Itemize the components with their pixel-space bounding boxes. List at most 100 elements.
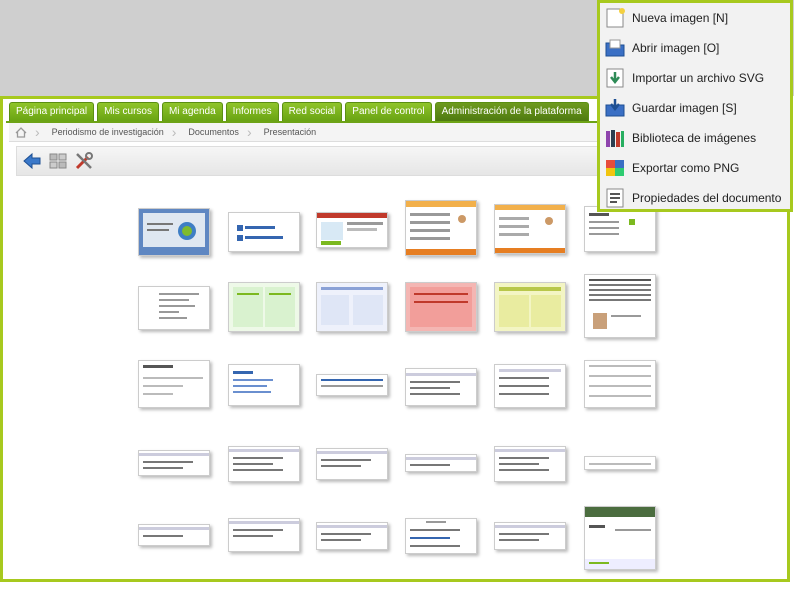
open-folder-icon: [605, 39, 625, 57]
tools-button[interactable]: [73, 150, 95, 172]
document-properties-icon: [606, 188, 624, 208]
slide-preview: [317, 451, 387, 467]
slide-preview: [410, 521, 460, 547]
slide-preview: [233, 287, 295, 327]
tab-administracion[interactable]: Administración de la plataforma: [434, 102, 589, 121]
slide-thumbnail[interactable]: [405, 454, 477, 472]
menu-item-image-library[interactable]: Biblioteca de imágenes: [604, 125, 788, 151]
slide-thumbnail[interactable]: [405, 368, 477, 406]
slide-thumbnail[interactable]: [405, 282, 477, 332]
back-arrow-icon: [23, 152, 41, 170]
slide-thumbnail[interactable]: [494, 204, 566, 254]
slide-thumbnail[interactable]: [494, 446, 566, 482]
tab-mis-cursos[interactable]: Mis cursos: [97, 102, 159, 121]
slide-preview: [589, 365, 651, 397]
slide-preview: [495, 449, 565, 471]
import-svg-icon: [606, 68, 624, 88]
slide-preview: [499, 369, 561, 395]
slide-preview: [495, 525, 565, 541]
breadcrumb-label: Documentos: [188, 127, 239, 137]
slide-preview: [406, 373, 476, 395]
tab-mi-agenda[interactable]: Mi agenda: [161, 102, 223, 121]
slide-thumbnail[interactable]: [405, 200, 477, 256]
slide-preview: [406, 457, 476, 466]
breadcrumb-label: Presentación: [263, 127, 317, 137]
slide-thumbnail[interactable]: [405, 518, 477, 554]
tab-informes[interactable]: Informes: [225, 102, 279, 121]
menu-item-save-image[interactable]: Guardar imagen [S]: [604, 95, 788, 121]
slide-thumbnail[interactable]: [138, 286, 210, 330]
slide-thumbnail[interactable]: [316, 522, 388, 550]
slide-preview: [143, 365, 203, 395]
back-button[interactable]: [21, 150, 43, 172]
slide-thumbnail[interactable]: [584, 206, 656, 252]
menu-item-open-image[interactable]: Abrir imagen [O]: [604, 35, 788, 61]
slide-preview: [317, 525, 387, 541]
slide-preview: [495, 205, 565, 253]
slide-thumbnail[interactable]: [138, 208, 210, 256]
slide-thumbnail[interactable]: [228, 364, 300, 406]
slide-preview: [233, 371, 273, 393]
menu-item-label: Propiedades del documento: [632, 191, 782, 205]
slide-preview: [139, 527, 209, 537]
menu-item-import-svg[interactable]: Importar un archivo SVG: [604, 65, 788, 91]
certificate-image: [143, 213, 205, 247]
slide-thumbnail[interactable]: [584, 506, 656, 570]
grid-view-button[interactable]: [47, 150, 69, 172]
slide-thumbnail[interactable]: [494, 522, 566, 550]
slide-thumbnail[interactable]: [138, 360, 210, 408]
breadcrumb-separator: ›: [171, 124, 177, 140]
slide-preview: [229, 521, 299, 537]
slide-thumbnail[interactable]: [138, 450, 210, 476]
slide-preview: [229, 449, 299, 471]
slide-preview: [321, 379, 383, 387]
menu-item-export-png[interactable]: Exportar como PNG: [604, 155, 788, 181]
slide-preview: [589, 213, 635, 235]
menu-item-new-image[interactable]: Nueva imagen [N]: [604, 5, 788, 31]
breadcrumb-item[interactable]: Periodismo de investigación ›: [46, 123, 183, 141]
menu-item-document-properties[interactable]: Propiedades del documento: [604, 185, 788, 211]
slide-thumbnail[interactable]: [228, 446, 300, 482]
menu-item-label: Exportar como PNG: [632, 161, 740, 175]
menu-item-label: Abrir imagen [O]: [632, 41, 720, 55]
breadcrumb-item-current: Presentación: [258, 123, 323, 141]
slide-preview: [237, 225, 283, 241]
export-png-icon: [606, 160, 624, 176]
breadcrumb-item[interactable]: Documentos ›: [182, 123, 257, 141]
menu-item-label: Biblioteca de imágenes: [632, 131, 757, 145]
slide-thumbnail[interactable]: [316, 282, 388, 332]
slide-thumbnail[interactable]: [584, 360, 656, 408]
new-image-icon: [606, 8, 625, 28]
slide-thumbnail[interactable]: [228, 282, 300, 332]
slide-preview: [321, 287, 383, 325]
slide-thumbnail[interactable]: [316, 212, 388, 248]
menu-item-label: Guardar imagen [S]: [632, 101, 737, 115]
menu-item-label: Importar un archivo SVG: [632, 71, 765, 85]
slide-preview: [589, 279, 651, 329]
tab-panel-de-control[interactable]: Panel de control: [345, 102, 432, 121]
slide-thumbnail[interactable]: [584, 274, 656, 338]
breadcrumb-label: Periodismo de investigación: [51, 127, 164, 137]
slide-preview: [499, 287, 561, 327]
slide-thumbnail[interactable]: [228, 518, 300, 552]
slide-thumbnail[interactable]: [316, 374, 388, 396]
editor-toolbar: [16, 146, 602, 176]
tab-pagina-principal[interactable]: Página principal: [9, 102, 95, 121]
slide-thumbnail[interactable]: [494, 282, 566, 332]
slide-preview: [139, 453, 209, 469]
slide-thumbnail[interactable]: [316, 448, 388, 480]
slide-thumbnail[interactable]: [228, 212, 300, 252]
image-menu: Nueva imagen [N] Abrir imagen [O] Import…: [597, 0, 793, 212]
tools-icon: [75, 152, 93, 170]
main-tabs: Página principal Mis cursos Mi agenda In…: [9, 102, 589, 122]
slide-thumbnail[interactable]: [494, 364, 566, 408]
menu-item-label: Nueva imagen [N]: [632, 11, 729, 25]
slide-thumbnail[interactable]: [584, 456, 656, 470]
slide-thumbnail[interactable]: [138, 524, 210, 546]
tab-red-social[interactable]: Red social: [281, 102, 343, 121]
slide-preview: [159, 293, 199, 319]
home-crumb[interactable]: ›: [9, 123, 46, 141]
save-image-icon: [605, 99, 625, 117]
slide-preview: [589, 463, 651, 465]
slide-preview: [585, 507, 655, 569]
